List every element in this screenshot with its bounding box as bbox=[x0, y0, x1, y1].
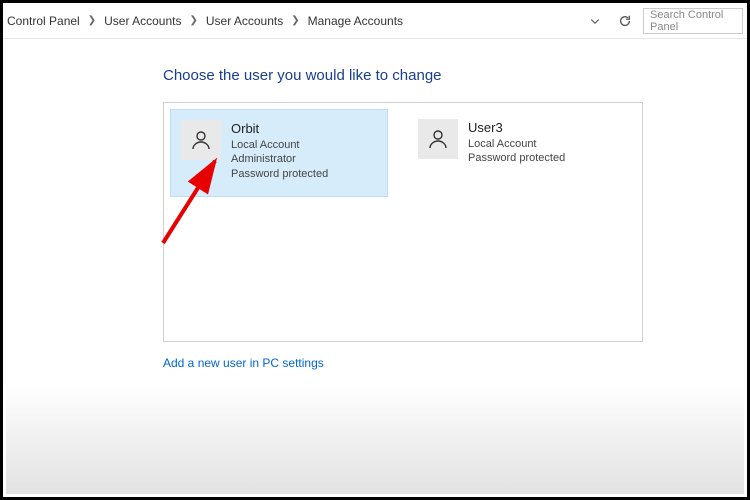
page-title: Choose the user you would like to change bbox=[163, 67, 747, 84]
account-role: Administrator bbox=[231, 152, 328, 167]
account-details: Orbit Local Account Administrator Passwo… bbox=[231, 120, 328, 182]
history-dropdown-button[interactable] bbox=[583, 9, 607, 33]
breadcrumb[interactable]: Control Panel ❯ User Accounts ❯ User Acc… bbox=[7, 14, 583, 28]
user-avatar-icon bbox=[181, 120, 221, 160]
account-protection: Password protected bbox=[231, 167, 328, 182]
breadcrumb-item[interactable]: Manage Accounts bbox=[308, 14, 403, 28]
content-area: Choose the user you would like to change… bbox=[3, 39, 747, 370]
search-input[interactable]: Search Control Panel bbox=[643, 8, 743, 34]
accounts-list: Orbit Local Account Administrator Passwo… bbox=[163, 102, 643, 342]
refresh-button[interactable] bbox=[613, 9, 637, 33]
account-protection: Password protected bbox=[468, 151, 565, 166]
account-type: Local Account bbox=[231, 138, 328, 153]
bottom-gradient bbox=[6, 384, 744, 494]
chevron-right-icon[interactable]: ❯ bbox=[283, 15, 307, 26]
address-toolbar: Control Panel ❯ User Accounts ❯ User Acc… bbox=[3, 3, 747, 39]
breadcrumb-item[interactable]: Control Panel bbox=[7, 14, 80, 28]
account-type: Local Account bbox=[468, 137, 565, 152]
accounts-row: Orbit Local Account Administrator Passwo… bbox=[170, 109, 636, 197]
user-avatar-icon bbox=[418, 119, 458, 159]
breadcrumb-item[interactable]: User Accounts bbox=[206, 14, 283, 28]
search-placeholder: Search Control Panel bbox=[650, 9, 736, 33]
chevron-right-icon[interactable]: ❯ bbox=[181, 15, 205, 26]
add-new-user-link[interactable]: Add a new user in PC settings bbox=[163, 356, 324, 370]
account-name: Orbit bbox=[231, 120, 328, 138]
account-card-user3[interactable]: User3 Local Account Password protected bbox=[408, 109, 626, 197]
toolbar-controls: Search Control Panel bbox=[583, 8, 747, 34]
account-card-orbit[interactable]: Orbit Local Account Administrator Passwo… bbox=[170, 109, 388, 197]
account-name: User3 bbox=[468, 119, 565, 137]
account-details: User3 Local Account Password protected bbox=[468, 119, 565, 183]
breadcrumb-item[interactable]: User Accounts bbox=[104, 14, 181, 28]
chevron-right-icon[interactable]: ❯ bbox=[80, 15, 104, 26]
